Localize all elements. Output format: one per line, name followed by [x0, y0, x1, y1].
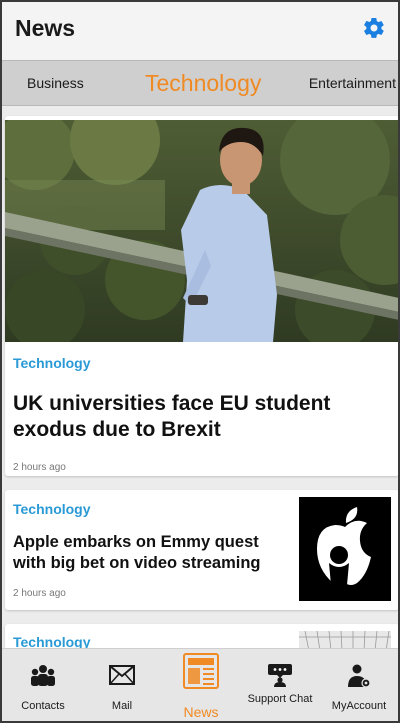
article-card[interactable]: Technology UK universities face EU stude… — [5, 116, 398, 476]
article-timestamp: 2 hours ago — [13, 462, 66, 473]
nav-label: MyAccount — [331, 700, 387, 712]
app-header: News — [2, 2, 398, 60]
article-category: Technology — [13, 355, 91, 371]
article-card[interactable]: Technology Apple embarks on Emmy quest w… — [5, 490, 398, 610]
app-frame: News Business Technology Entertainment T… — [0, 0, 400, 723]
article-category: Technology — [13, 501, 91, 517]
news-feed[interactable]: Technology UK universities face EU stude… — [2, 106, 398, 648]
nav-my-account[interactable]: MyAccount — [320, 649, 398, 721]
nav-news[interactable]: News — [162, 649, 240, 721]
news-icon — [183, 653, 219, 694]
article-headline[interactable]: UK universities face EU student exodus d… — [13, 391, 383, 444]
bottom-navigation: Contacts Mail News Support Chat MyAccoun… — [2, 648, 398, 721]
article-photo — [5, 120, 398, 342]
nav-mail[interactable]: Mail — [83, 649, 161, 721]
tab-technology[interactable]: Technology — [145, 61, 261, 105]
contacts-icon — [29, 663, 57, 694]
nav-label: Contacts — [21, 700, 65, 712]
nav-contacts[interactable]: Contacts — [4, 649, 82, 721]
nav-label: Mail — [111, 700, 133, 712]
nav-support-chat[interactable]: Support Chat — [241, 649, 319, 721]
category-tabs: Business Technology Entertainment — [2, 60, 398, 106]
nav-label: Support Chat — [247, 693, 313, 705]
tab-business[interactable]: Business — [27, 61, 84, 105]
building-thumbnail — [299, 631, 391, 648]
article-category: Technology — [13, 634, 91, 648]
article-card[interactable]: Technology — [5, 624, 398, 648]
tab-entertainment[interactable]: Entertainment — [309, 61, 396, 105]
mail-icon — [108, 663, 136, 692]
apple-logo-thumbnail — [299, 497, 391, 601]
page-title: News — [15, 15, 76, 41]
article-timestamp: 2 hours ago — [13, 588, 66, 599]
my-account-icon — [345, 663, 373, 694]
support-chat-icon — [266, 663, 294, 692]
article-headline[interactable]: Apple embarks on Emmy quest with big bet… — [13, 532, 288, 573]
gear-icon[interactable] — [362, 16, 386, 40]
nav-label: News — [183, 704, 219, 720]
